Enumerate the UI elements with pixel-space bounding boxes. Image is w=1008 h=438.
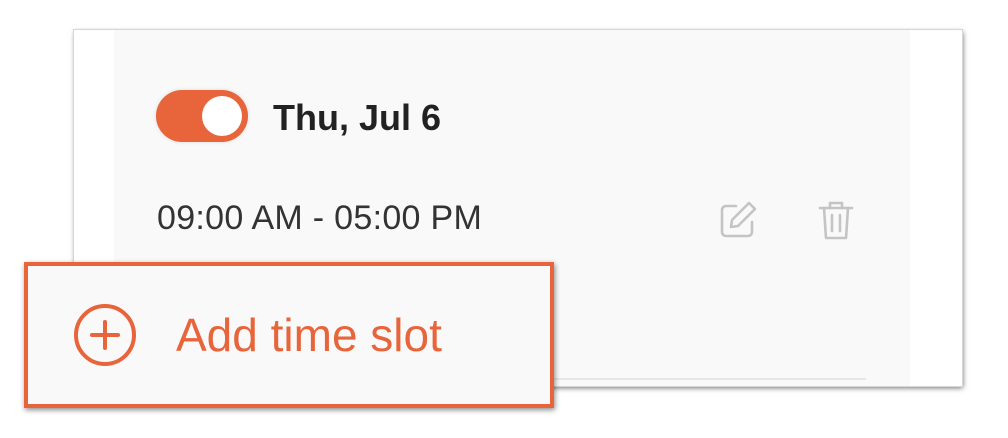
add-time-slot-button[interactable]: Add time slot xyxy=(24,262,554,408)
edit-slot-button[interactable] xyxy=(714,196,762,244)
day-toggle[interactable] xyxy=(156,90,248,142)
plus-circle-icon xyxy=(72,302,138,368)
day-label: Thu, Jul 6 xyxy=(273,97,442,138)
time-slot-range: 09:00 AM - 05:00 PM xyxy=(157,199,483,237)
toggle-knob xyxy=(202,96,242,136)
add-time-slot-label: Add time slot xyxy=(176,309,442,361)
trash-icon xyxy=(818,201,854,240)
delete-slot-button[interactable] xyxy=(812,196,860,244)
edit-icon xyxy=(720,201,757,238)
stage: Thu, Jul 6 09:00 AM - 05:00 PM Add time … xyxy=(0,0,1008,438)
